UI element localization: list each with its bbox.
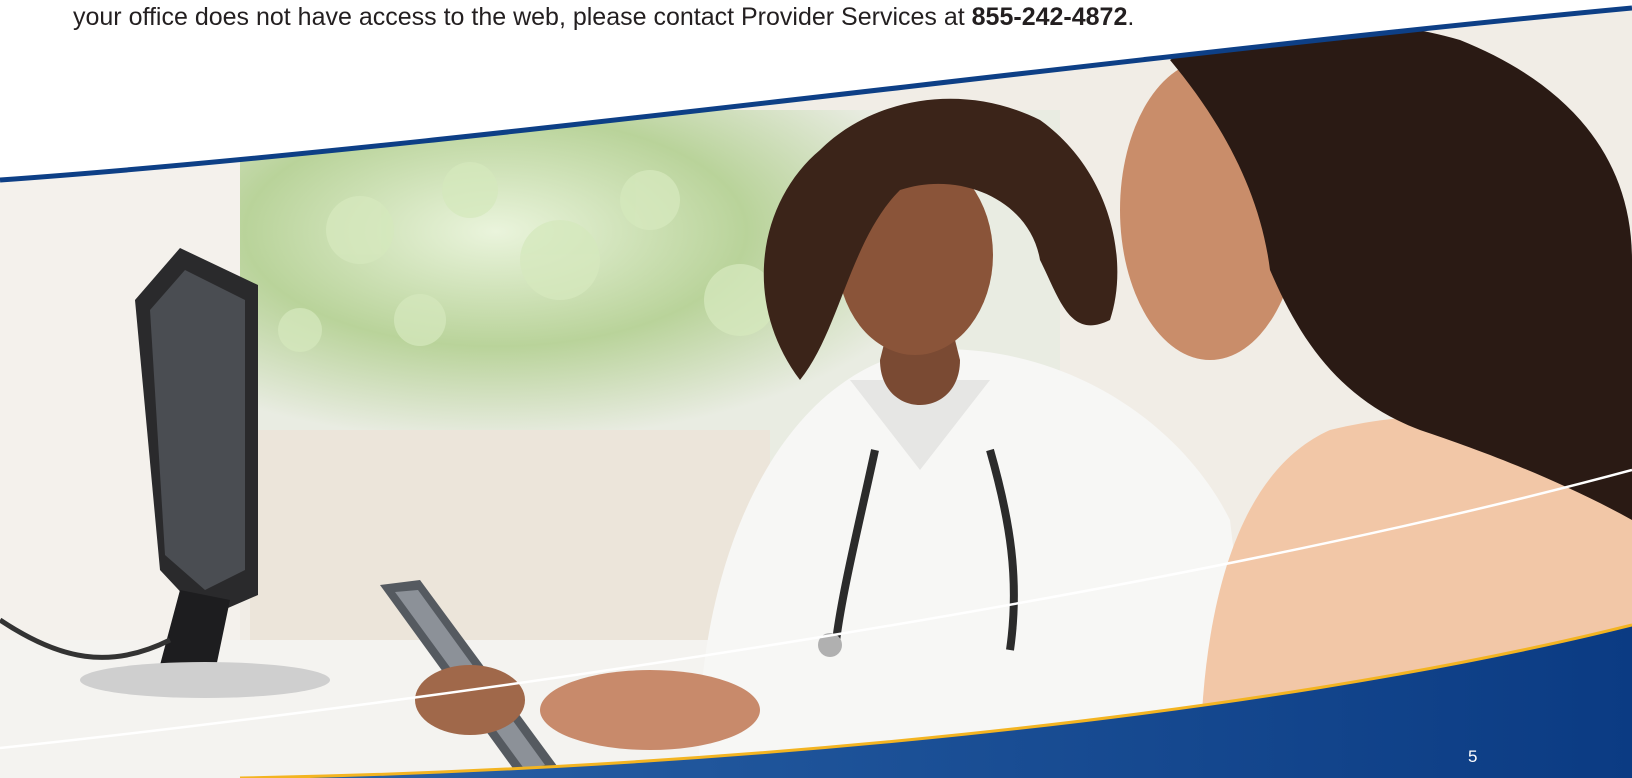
hero-photo — [0, 5, 1632, 778]
page-number: 5 — [1468, 747, 1478, 766]
office-scene — [0, 8, 1632, 778]
